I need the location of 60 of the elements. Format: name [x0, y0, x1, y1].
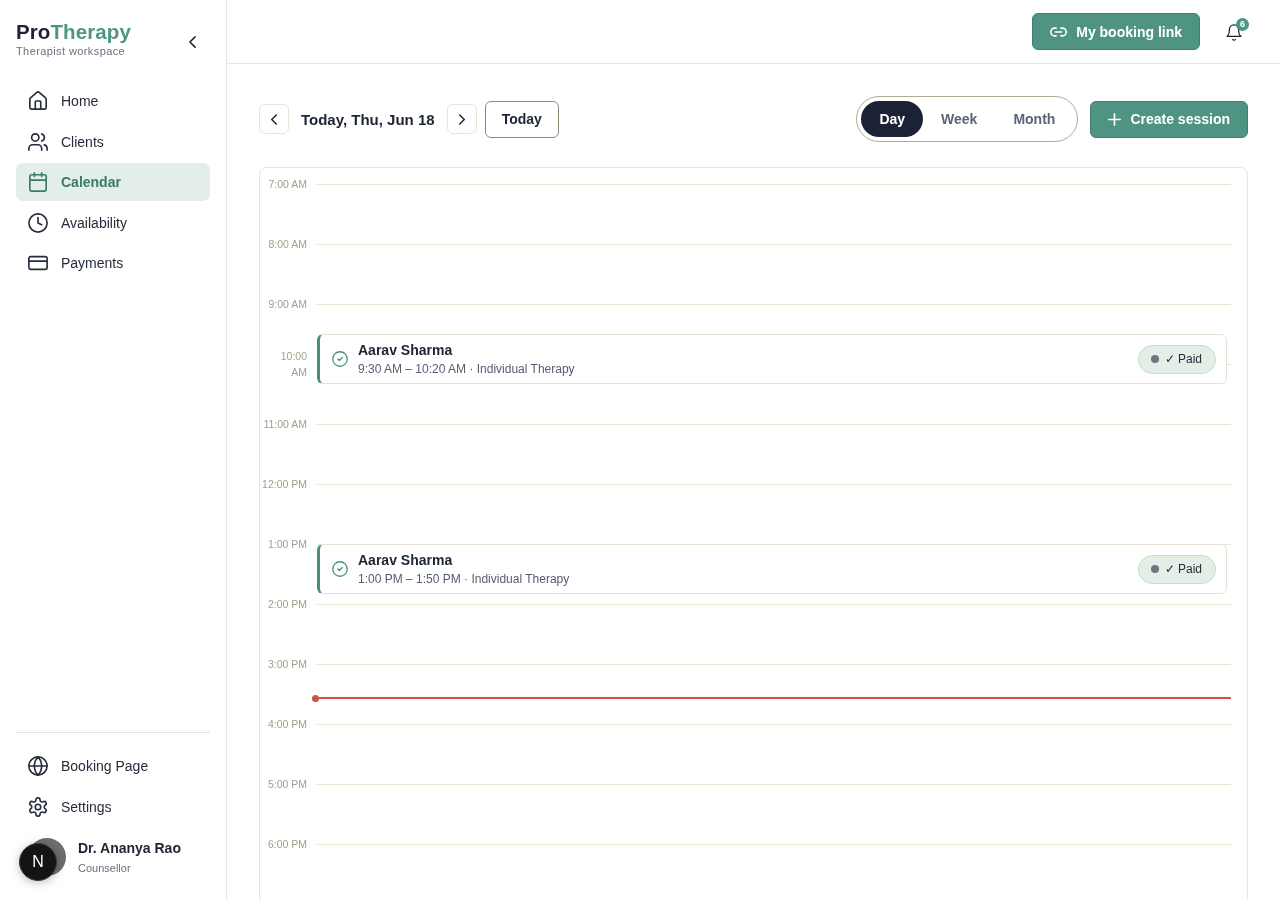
chevron-right-icon: [458, 113, 465, 125]
time-label: 6:00 PM: [267, 837, 307, 852]
time-label: 12:00 PM: [262, 477, 307, 492]
user-name: Dr. Ananya Rao: [78, 839, 181, 857]
bell-icon: [1226, 23, 1242, 41]
time-label: 9:00 AM: [268, 297, 307, 312]
time-label: 11:00 AM: [263, 417, 307, 432]
session-card[interactable]: Aarav Sharma 1:00 PM – 1:50 PM · Individual Therapy ✓ Paid: [317, 544, 1227, 594]
date-title: Today, Thu, Jun 18: [301, 110, 435, 128]
session-details: 9:30 AM – 10:20 AM · Individual Therapy: [358, 361, 576, 377]
time-label: 10:00 AM: [279, 349, 307, 380]
chevron-left-icon: [189, 36, 196, 48]
nav-item[interactable]: Home: [16, 82, 210, 120]
nav-item[interactable]: Booking Page: [16, 747, 210, 785]
today-button[interactable]: Today: [484, 100, 559, 138]
view-tab[interactable]: Month: [995, 101, 1074, 137]
client-name: Aarav Sharma: [358, 551, 454, 569]
plus-icon: [1108, 112, 1122, 126]
status-label: ✓ Paid: [1164, 562, 1202, 576]
session-card[interactable]: Aarav Sharma 9:30 AM – 10:20 AM · Individual Therapy ✓ Paid: [317, 334, 1227, 384]
check-circle-icon: [332, 351, 348, 367]
brand-logo: ProTherapy: [16, 20, 131, 44]
home-icon: [28, 91, 48, 111]
notifications-button[interactable]: 6: [1220, 15, 1250, 48]
nav-item[interactable]: Availability: [16, 203, 210, 242]
next-day-button[interactable]: [446, 104, 477, 134]
credit-card-icon: [28, 253, 48, 273]
clock-icon: [28, 212, 48, 233]
time-label: 2:00 PM: [267, 597, 307, 612]
settings-icon: [28, 797, 48, 817]
calendar-icon: [28, 172, 48, 192]
link-icon: [1050, 26, 1068, 37]
nav-item[interactable]: Clients: [16, 122, 210, 161]
chevron-left-icon: [271, 113, 277, 125]
check-circle-icon: [332, 561, 348, 577]
brand-tagline: Therapist workspace: [16, 44, 127, 58]
booking-link-button[interactable]: My booking link: [1032, 13, 1200, 50]
time-label: 4:00 PM: [267, 717, 307, 732]
previous-day-button[interactable]: [259, 104, 289, 134]
time-label: 3:00 PM: [267, 657, 307, 672]
users-icon: [28, 131, 48, 152]
view-tab[interactable]: Week: [923, 101, 996, 137]
notification-count-badge: 6: [1236, 17, 1249, 31]
status-label: ✓ Paid: [1164, 352, 1202, 366]
dev-tools-badge[interactable]: N: [19, 843, 57, 881]
status-dot-icon: [1150, 565, 1159, 573]
nav-item[interactable]: Settings: [16, 788, 210, 826]
user-role: Counsellor: [78, 861, 132, 875]
client-name: Aarav Sharma: [358, 341, 454, 359]
time-label: 8:00 AM: [268, 237, 307, 252]
nav-item[interactable]: Payments: [16, 244, 210, 282]
view-tab[interactable]: Day: [861, 101, 924, 137]
time-label: 1:00 PM: [267, 537, 307, 552]
session-details: 1:00 PM – 1:50 PM · Individual Therapy: [358, 571, 571, 587]
status-dot-icon: [1150, 355, 1159, 363]
nav-item[interactable]: Calendar: [16, 163, 210, 201]
create-session-button[interactable]: Create session: [1090, 100, 1248, 138]
time-label: 5:00 PM: [267, 777, 307, 792]
globe-icon: [28, 756, 48, 776]
time-label: 7:00 AM: [268, 177, 307, 192]
